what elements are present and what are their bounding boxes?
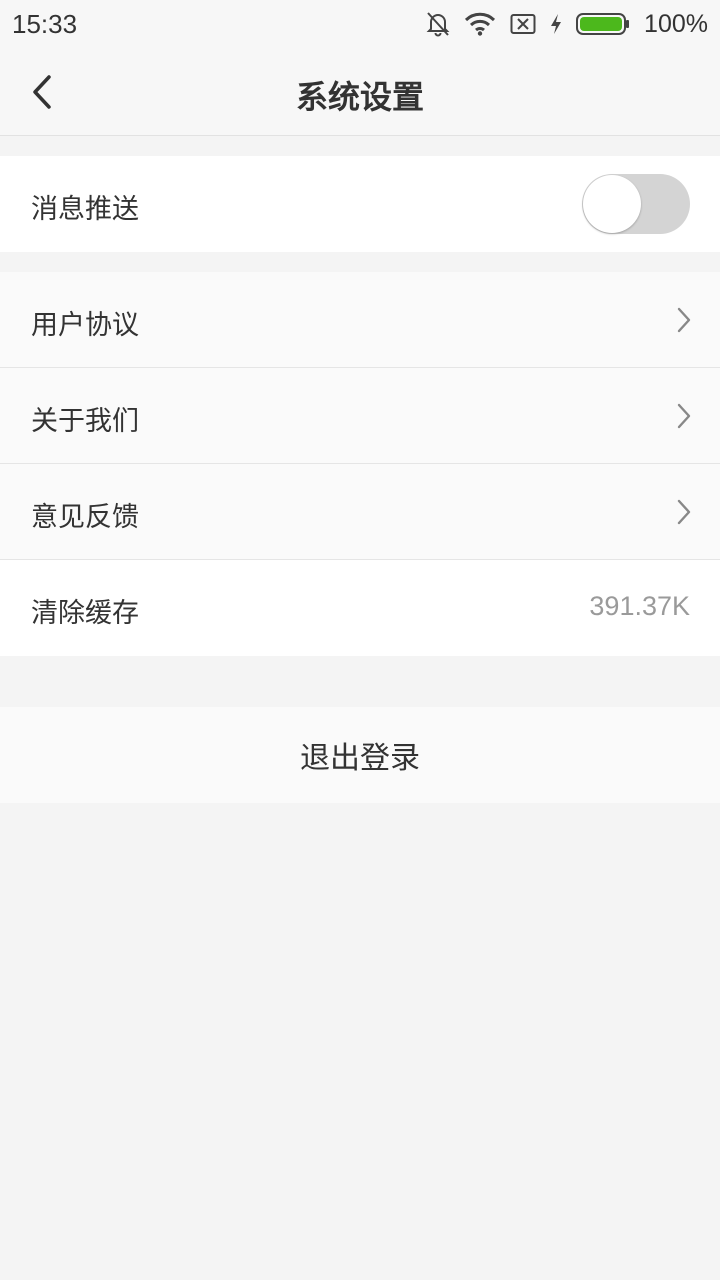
push-notification-toggle[interactable] xyxy=(582,174,690,234)
settings-item-user-agreement[interactable]: 用户协议 xyxy=(0,272,720,368)
push-notification-label: 消息推送 xyxy=(31,194,139,225)
status-time: 15:33 xyxy=(12,9,78,39)
status-icons: 100% xyxy=(426,8,708,40)
settings-item-clear-cache[interactable]: 清除缓存 391.37K xyxy=(0,560,720,656)
clear-cache-label: 清除缓存 xyxy=(31,598,139,629)
status-bar: 15:33 100% xyxy=(0,0,720,50)
wifi-icon xyxy=(464,12,496,36)
sim-blocked-icon xyxy=(510,14,536,34)
settings-item-label: 关于我们 xyxy=(31,406,139,437)
battery-percent: 100% xyxy=(644,9,708,38)
settings-item-label: 意见反馈 xyxy=(31,502,139,533)
nav-bar: 系统设置 xyxy=(0,50,720,136)
battery-icon xyxy=(576,13,630,35)
chevron-right-icon xyxy=(677,499,691,525)
settings-list-group: 用户协议 关于我们 意见反馈 清除缓存 391.37K xyxy=(0,272,720,656)
push-settings-group: 消息推送 xyxy=(0,156,720,252)
toggle-knob xyxy=(583,175,641,233)
settings-item-about-us[interactable]: 关于我们 xyxy=(0,368,720,464)
settings-item-feedback[interactable]: 意见反馈 xyxy=(0,464,720,560)
chevron-right-icon xyxy=(677,403,691,429)
charging-icon xyxy=(551,14,562,34)
page-title: 系统设置 xyxy=(295,78,424,116)
logout-button[interactable]: 退出登录 xyxy=(0,707,720,803)
push-notification-row: 消息推送 xyxy=(0,156,720,252)
settings-item-label: 用户协议 xyxy=(31,310,139,341)
cache-size-value: 391.37K xyxy=(589,591,690,621)
notifications-off-icon xyxy=(426,12,450,37)
chevron-right-icon xyxy=(677,307,691,333)
logout-label: 退出登录 xyxy=(300,741,420,776)
